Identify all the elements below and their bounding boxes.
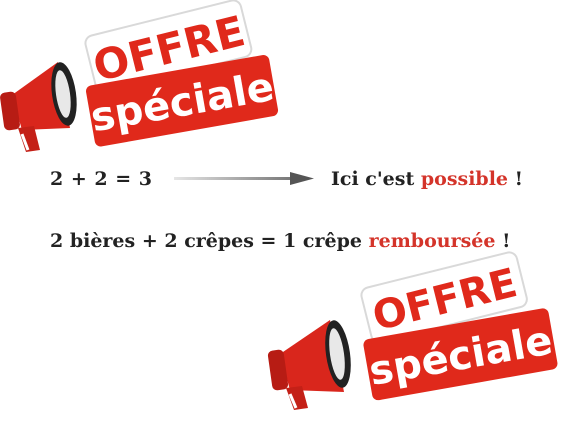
equation-two-prefix: 2 bières + 2 crêpes = 1 crêpe	[50, 230, 369, 252]
promo-stage: OFFRE spéciale 2 + 2 = 3 Ici c'est possi…	[0, 0, 580, 424]
claim-suffix: !	[508, 168, 523, 190]
claim-prefix: Ici c'est	[331, 168, 421, 190]
promo-badge-top: OFFRE spéciale	[0, 0, 290, 165]
promo-badge-bottom: OFFRE spéciale	[266, 251, 566, 417]
megaphone-icon: OFFRE spéciale	[267, 251, 558, 410]
arrow-right-icon	[174, 172, 314, 185]
claim-highlight: possible	[420, 168, 509, 190]
equation-one: 2 + 2 = 3	[50, 168, 153, 190]
claim-text: Ici c'est possible !	[331, 168, 523, 190]
equation-two-highlight: remboursée	[368, 230, 496, 252]
equation-two-suffix: !	[495, 230, 511, 252]
equation-two: 2 bières + 2 crêpes = 1 crêpe remboursée…	[50, 230, 510, 252]
megaphone-icon: OFFRE spéciale	[0, 0, 279, 152]
